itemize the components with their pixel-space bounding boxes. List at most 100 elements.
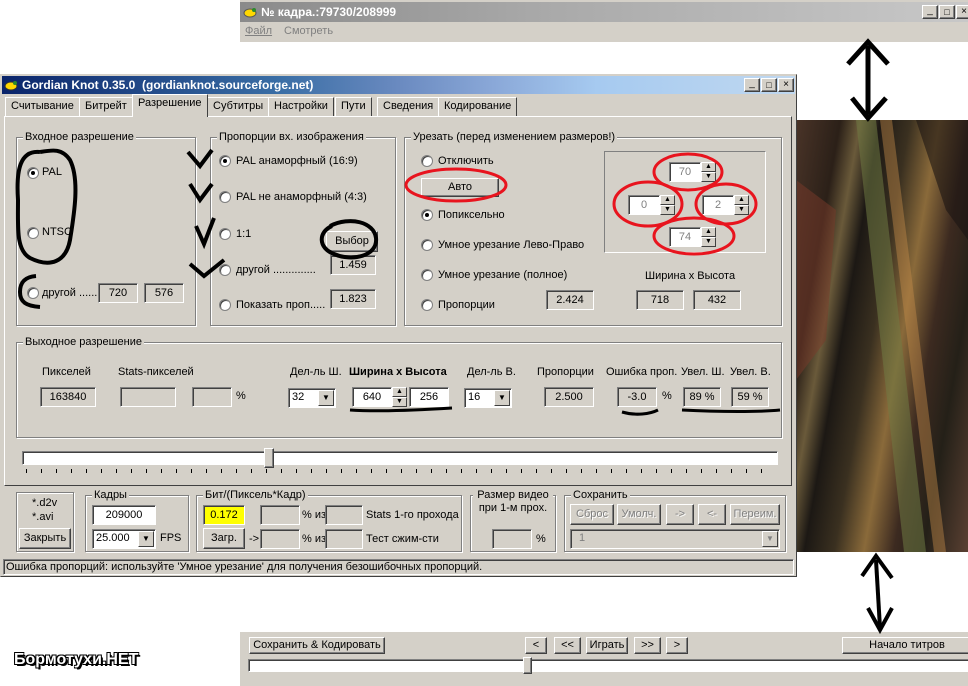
one-one-radio[interactable] [219, 228, 231, 240]
input-width-field[interactable]: 720 [98, 283, 138, 303]
crop-auto-button[interactable]: Авто [421, 178, 499, 197]
tab-settings[interactable]: Настройки [268, 97, 334, 116]
prev-frame-button[interactable]: < [525, 637, 547, 654]
test-pct-field [260, 529, 300, 549]
div-h-select[interactable]: 16 ▼ [464, 388, 512, 408]
arrow-label: -> [249, 533, 260, 545]
default-button[interactable]: Умолч. [617, 504, 661, 525]
test-pct-label: % из [302, 533, 327, 545]
minimize-button[interactable]: _ [922, 5, 938, 19]
out-aspect-label: Пропорции [537, 366, 594, 378]
resize-slider-thumb[interactable] [264, 448, 275, 468]
out-height-field[interactable]: 256 [409, 387, 449, 407]
pal-label: PAL [42, 166, 62, 178]
slider-ticks [26, 469, 776, 473]
tab-paths[interactable]: Пути [335, 97, 372, 116]
choose-button[interactable]: Выбор [326, 231, 378, 252]
aspect-error-pct: % [662, 390, 672, 402]
div-w-select[interactable]: 32 ▼ [288, 388, 336, 408]
tab-resolution[interactable]: Разрешение [132, 94, 208, 117]
pal-radio[interactable] [27, 167, 39, 179]
crop-aspect-radio[interactable] [421, 299, 433, 311]
minimize-button[interactable]: _ [744, 78, 760, 92]
move-right-button[interactable]: -> [666, 504, 694, 525]
tab-subtitles[interactable]: Субтитры [207, 97, 270, 116]
other-res-radio[interactable] [27, 287, 39, 299]
smart-crop-full-radio[interactable] [421, 269, 433, 281]
d2v-label: *.d2v [32, 497, 58, 509]
out-width-field[interactable]: 640 [352, 387, 392, 407]
forward-button[interactable]: >> [634, 637, 661, 654]
save-slot-select[interactable]: 1 ▼ [570, 529, 780, 549]
zoom-h-label: Увел. В. [730, 366, 771, 378]
crop-wh-label: Ширина х Высота [645, 270, 736, 282]
next-frame-button[interactable]: > [666, 637, 688, 654]
group-title: Входное разрешение [23, 131, 136, 143]
app-icon [4, 78, 18, 92]
stats-pass1-label: Stats 1-го прохода [366, 509, 459, 521]
close-main-button[interactable]: Закрыть [19, 528, 71, 549]
chevron-down-icon[interactable]: ▼ [762, 531, 778, 547]
zoom-w-label: Увел. Ш. [681, 366, 725, 378]
fps-select[interactable]: 25.000 ▼ [92, 529, 156, 549]
crop-right-spin[interactable]: ▲ ▼ [734, 195, 749, 215]
other-aspect-field[interactable]: 1.459 [330, 255, 376, 275]
pal-non-anamorphic-radio[interactable] [219, 191, 231, 203]
chevron-down-icon[interactable]: ▼ [494, 390, 510, 406]
smart-crop-lr-radio[interactable] [421, 239, 433, 251]
gk-titlebar: Gordian Knot 0.35.0 (gordianknot.sourcef… [2, 76, 795, 94]
crop-left-field[interactable]: 0 [628, 195, 660, 215]
other-aspect-label: другой .............. [236, 264, 316, 276]
close-button[interactable]: × [778, 78, 794, 92]
aspect-error-field: -3.0 [617, 387, 657, 407]
crop-bottom-spin[interactable]: ▲ ▼ [701, 227, 716, 247]
maximize-button[interactable]: □ [761, 78, 777, 92]
bpp-field: 0.172 [203, 505, 245, 525]
maximize-button[interactable]: □ [939, 5, 955, 19]
crop-top-field[interactable]: 70 [669, 162, 701, 182]
fps-label: FPS [160, 532, 182, 544]
load-button[interactable]: Загр. [203, 528, 245, 549]
tab-bitrate[interactable]: Битрейт [79, 97, 133, 116]
avi-label: *.avi [32, 511, 54, 523]
video-frame [796, 120, 968, 552]
reset-button[interactable]: Сброс [570, 504, 614, 525]
credits-start-button[interactable]: Начало титров [842, 637, 968, 654]
save-encode-button[interactable]: Сохранить & Кодировать [249, 637, 385, 654]
pal-non-anamorphic-label: PAL не анаморфный (4:3) [236, 191, 367, 203]
menu-file[interactable]: Файл [245, 25, 272, 37]
ntsc-radio[interactable] [27, 227, 39, 239]
rewind-button[interactable]: << [554, 637, 581, 654]
rename-button[interactable]: Переим. [730, 504, 780, 525]
crop-right-field[interactable]: 2 [702, 195, 734, 215]
one-one-label: 1:1 [236, 228, 252, 240]
crop-pixel-radio[interactable] [421, 209, 433, 221]
crop-bottom-field[interactable]: 74 [669, 227, 701, 247]
timeline-slider[interactable] [248, 659, 968, 672]
pal-anamorphic-radio[interactable] [219, 155, 231, 167]
div-h-value: 16 [468, 391, 481, 403]
tab-encoding[interactable]: Кодирование [438, 97, 518, 116]
chevron-down-icon[interactable]: ▼ [318, 390, 334, 406]
frames-field[interactable]: 209000 [92, 505, 156, 525]
other-aspect-radio[interactable] [219, 264, 231, 276]
menu-view[interactable]: Смотреть [284, 25, 333, 37]
crop-off-radio[interactable] [421, 155, 433, 167]
other-res-label: другой ...... [42, 287, 98, 299]
stats-pixels-label: Stats-пикселей [118, 366, 194, 378]
close-button[interactable]: × [956, 5, 968, 19]
chevron-down-icon[interactable]: ▼ [138, 531, 154, 547]
out-width-spin[interactable]: ▲ ▼ [392, 387, 407, 407]
crop-top-spin[interactable]: ▲ ▼ [701, 162, 716, 182]
resize-slider-track[interactable] [22, 451, 778, 465]
move-left-button[interactable]: <- [698, 504, 726, 525]
status-text: Ошибка пропорций: используйте 'Умное уре… [6, 561, 483, 573]
timeline-thumb[interactable] [523, 657, 532, 674]
crop-left-spin[interactable]: ▲ ▼ [660, 195, 675, 215]
play-button[interactable]: Играть [586, 637, 628, 654]
tab-info[interactable]: Сведения [377, 97, 440, 116]
show-aspect-radio[interactable] [219, 299, 231, 311]
tab-read[interactable]: Считывание [5, 97, 80, 116]
input-height-field[interactable]: 576 [144, 283, 184, 303]
ntsc-label: NTSC [42, 226, 72, 238]
